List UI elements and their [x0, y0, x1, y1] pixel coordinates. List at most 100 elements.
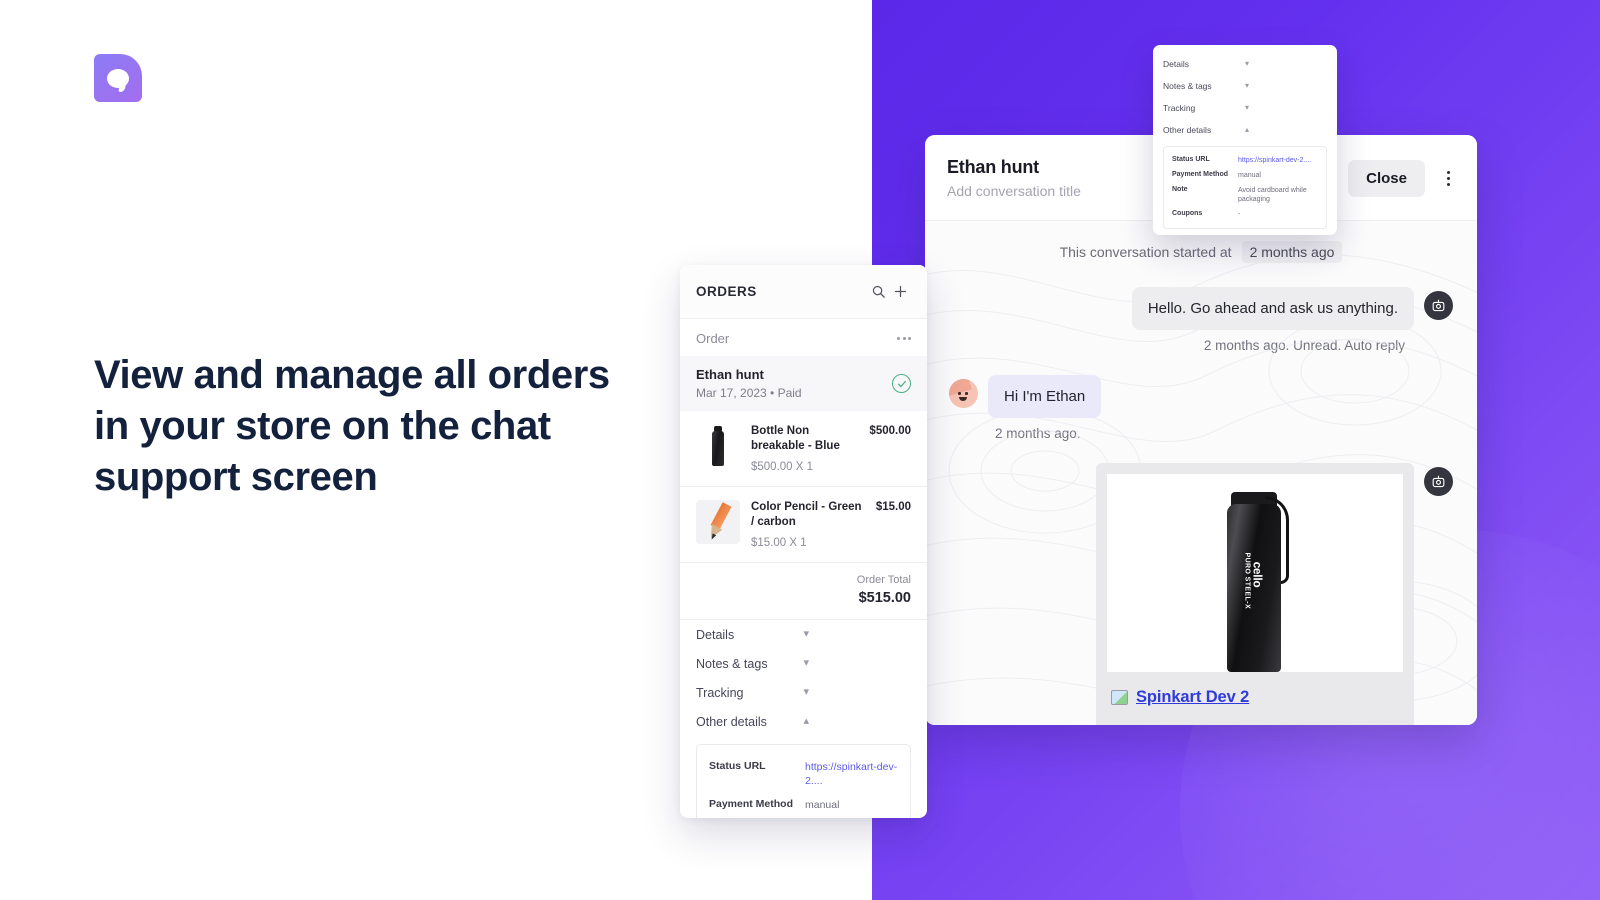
plus-icon[interactable]	[889, 281, 911, 303]
orders-panel-header: ORDERS	[680, 265, 927, 319]
accordion-other-details[interactable]: Other details ▴	[696, 707, 911, 736]
bot-avatar	[1424, 467, 1453, 496]
product-thumbnail	[696, 424, 740, 468]
order-summary-row[interactable]: Ethan hunt Mar 17, 2023 • Paid	[680, 356, 927, 411]
order-line-item: Color Pencil - Green / carbon $15.00 X 1…	[680, 487, 927, 563]
search-icon[interactable]	[867, 281, 889, 303]
chevron-up-icon: ▴	[803, 715, 810, 727]
detail-row: Status URL https://spinkart-dev-2....	[709, 755, 898, 793]
accordion-details[interactable]: Details ▾	[696, 620, 911, 649]
orders-panel-title: ORDERS	[696, 284, 757, 299]
pencil-thumb-icon	[696, 500, 740, 544]
detail-value-coupons: -	[1238, 211, 1241, 218]
detail-row: Coupons -	[1172, 207, 1318, 222]
order-meta: Mar 17, 2023 • Paid	[696, 386, 802, 400]
floating-order-details-popover: Details ▾ Notes & tags ▾ Tracking ▾ Othe…	[1153, 45, 1337, 235]
detail-row: Payment Method manual	[1172, 168, 1318, 183]
close-button[interactable]: Close	[1348, 159, 1425, 197]
store-label: STORE	[1107, 707, 1403, 725]
mini-accordion-notes-tags[interactable]: Notes & tags ▾	[1163, 75, 1327, 97]
brand-logo	[94, 54, 142, 102]
chevron-down-icon: ▾	[803, 657, 810, 669]
chevron-down-icon: ▾	[803, 628, 810, 640]
orders-section-row: Order	[680, 319, 927, 356]
mini-accordion-details[interactable]: Details ▾	[1163, 53, 1327, 75]
detail-value-status-url[interactable]: https://spinkart-dev-2....	[1238, 156, 1311, 165]
message-row-agent: Hello. Go ahead and ask us anything.	[949, 287, 1453, 330]
message-meta-agent: 2 months ago. Unread. Auto reply	[1203, 338, 1405, 353]
product-link-row[interactable]: Spinkart Dev 2	[1107, 672, 1403, 707]
page-root: View and manage all orders in your store…	[0, 0, 1600, 900]
other-details-table: Status URL https://spinkart-dev-2.... Pa…	[696, 744, 911, 818]
mini-other-details-table: Status URL https://spinkart-dev-2.... Pa…	[1163, 146, 1327, 229]
mini-accordion-tracking[interactable]: Tracking ▾	[1163, 97, 1327, 119]
product-store-link[interactable]: Spinkart Dev 2	[1136, 688, 1249, 707]
detail-value-status-url[interactable]: https://spinkart-dev-2....	[805, 760, 898, 788]
customer-avatar	[949, 379, 978, 408]
orders-section-label: Order	[696, 331, 730, 346]
line-item-name: Bottle Non breakable - Blue	[751, 425, 840, 452]
accordion-label: Tracking	[696, 685, 744, 700]
chevron-down-icon: ▾	[1245, 103, 1250, 112]
detail-key: Status URL	[709, 760, 766, 772]
conversation-start-label: This conversation started at	[1059, 244, 1232, 260]
detail-row: Status URL https://spinkart-dev-2....	[1172, 153, 1318, 168]
chat-header-actions: Close	[1348, 135, 1459, 221]
detail-key: Payment Method	[1172, 171, 1229, 178]
message-row-customer: Hi I'm Ethan	[949, 375, 1453, 418]
bottle-illustration-icon: cello PURO STEEL-X	[1218, 490, 1292, 672]
order-total-label: Order Total	[856, 574, 911, 586]
message-row-product: celloPURO STEEL-X Spinkart Dev 2 STORE S…	[949, 463, 1453, 725]
product-image: cello PURO STEEL-X	[1107, 474, 1403, 672]
line-item-qty: $500.00 X 1	[751, 461, 814, 473]
chat-contact-name: Ethan hunt	[947, 156, 1039, 177]
accordion-label: Notes & tags	[1163, 81, 1212, 91]
message-meta-customer: 2 months ago.	[995, 426, 1081, 441]
conversation-start-notice: This conversation started at 2 months ag…	[949, 241, 1453, 263]
accordion-label: Tracking	[1163, 103, 1196, 113]
accordion-label: Other details	[1163, 125, 1212, 135]
order-total: Order Total $515.00	[680, 563, 927, 620]
product-thumbnail	[696, 500, 740, 544]
accordion-notes-tags[interactable]: Notes & tags ▾	[696, 649, 911, 678]
order-line-item: Bottle Non breakable - Blue $500.00 X 1 …	[680, 411, 927, 487]
accordion-label: Details	[696, 627, 735, 642]
chat-bubble-icon	[107, 68, 129, 88]
detail-row: Payment Method manual	[709, 793, 898, 817]
conversation-title-input[interactable]: Add conversation title	[947, 183, 1081, 199]
mini-accordion-other-details[interactable]: Other details ▴	[1163, 119, 1327, 141]
mini-accordion: Details ▾ Notes & tags ▾ Tracking ▾ Othe…	[1153, 53, 1337, 141]
line-item-price: $500.00	[869, 425, 911, 437]
conversation-start-time: 2 months ago	[1241, 241, 1343, 263]
detail-value-payment-method: manual	[805, 799, 840, 811]
ellipsis-icon[interactable]	[897, 337, 911, 340]
chevron-down-icon: ▾	[1245, 59, 1250, 68]
line-item-qty: $15.00 X 1	[751, 537, 807, 549]
orders-accordion: Details ▾ Notes & tags ▾ Tracking ▾ Othe…	[680, 620, 927, 736]
detail-row: Note Avoid cardboard while packaging	[1172, 183, 1318, 207]
message-bubble: Hi I'm Ethan	[988, 375, 1102, 418]
orders-panel: ORDERS Order Ethan hunt Mar 17, 2023 • P…	[680, 265, 927, 818]
product-card[interactable]: celloPURO STEEL-X Spinkart Dev 2 STORE S…	[1096, 463, 1414, 725]
kebab-menu-icon[interactable]	[1437, 167, 1459, 189]
line-item-price: $15.00	[875, 501, 911, 513]
page-title: View and manage all orders in your store…	[94, 353, 610, 499]
order-total-value: $515.00	[858, 590, 911, 606]
check-circle-icon	[892, 374, 911, 393]
detail-value-note: Avoid cardboard while packaging	[1238, 187, 1307, 203]
detail-key: Note	[1172, 186, 1188, 193]
order-customer-name: Ethan hunt	[696, 367, 764, 382]
detail-key: Payment Method	[709, 798, 794, 810]
message-bubble: Hello. Go ahead and ask us anything.	[1131, 287, 1414, 330]
bottle-brand-text: cello PURO STEEL-X	[1243, 552, 1265, 610]
chat-message-list[interactable]: This conversation started at 2 months ag…	[925, 221, 1477, 725]
detail-key: Coupons	[1172, 210, 1203, 217]
bot-avatar	[1424, 291, 1453, 320]
detail-row: Note Avoid cardboard while packaging	[709, 817, 898, 818]
detail-key: Status URL	[1172, 156, 1210, 163]
chevron-up-icon: ▴	[1245, 125, 1250, 134]
line-item-name: Color Pencil - Green / carbon	[751, 501, 862, 528]
chevron-down-icon: ▾	[803, 686, 810, 698]
accordion-label: Other details	[696, 714, 767, 729]
accordion-tracking[interactable]: Tracking ▾	[696, 678, 911, 707]
